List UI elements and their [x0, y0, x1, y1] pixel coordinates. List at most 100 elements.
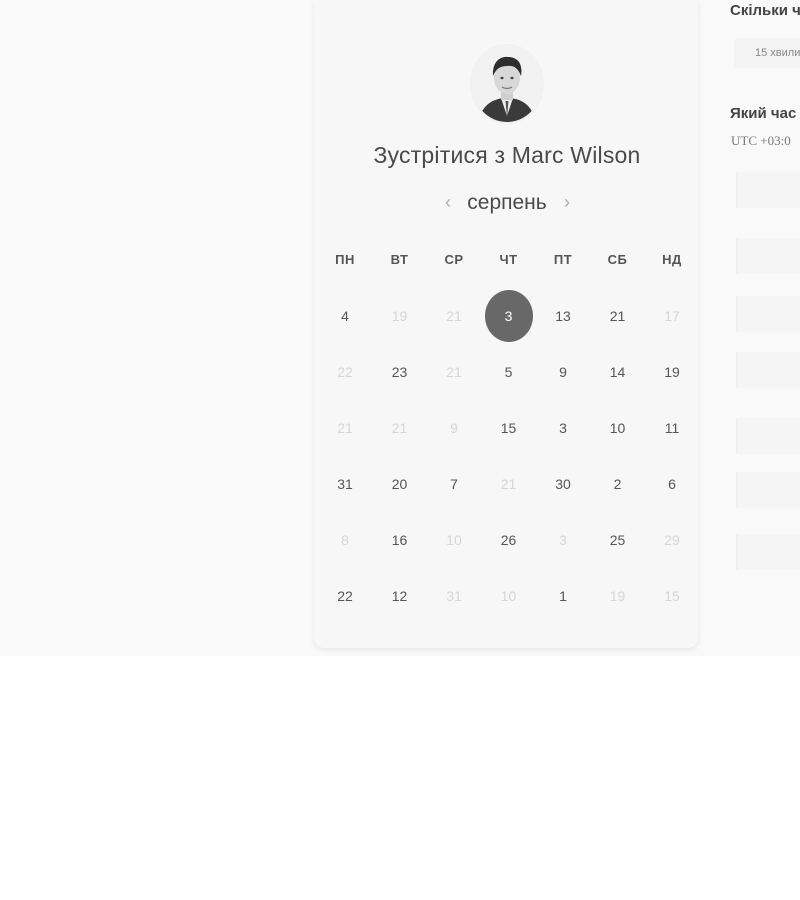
calendar-day: 10	[427, 515, 481, 565]
calendar-day[interactable]: 4	[318, 291, 372, 341]
calendar-day-number: 21	[337, 420, 353, 436]
weekday-label: ВТ	[390, 252, 409, 267]
calendar-day-number: 21	[609, 308, 626, 324]
calendar-day-number: 3	[559, 532, 567, 548]
calendar-day[interactable]: 14	[591, 347, 645, 397]
calendar-day[interactable]: 26	[482, 515, 536, 565]
calendar-day: 19	[373, 291, 427, 341]
calendar-day-number: 21	[500, 476, 517, 492]
calendar-day: 10	[482, 571, 536, 621]
calendar-day[interactable]: 10	[591, 403, 645, 453]
calendar-day-number: 16	[391, 532, 408, 548]
calendar-day-number: 19	[391, 308, 408, 324]
calendar-day-number: 7	[450, 476, 458, 492]
calendar-day-number: 10	[446, 532, 462, 548]
calendar-day-number: 12	[391, 588, 408, 604]
calendar-day[interactable]: 20	[373, 459, 427, 509]
weekday-label: СР	[444, 252, 464, 267]
calendar-day[interactable]: 3	[536, 403, 590, 453]
calendar-day: 8	[318, 515, 372, 565]
calendar-day[interactable]: 15	[482, 403, 536, 453]
calendar-day: 21	[482, 459, 536, 509]
calendar-day-number: 9	[450, 420, 458, 436]
calendar-day-number: 15	[664, 588, 680, 604]
calendar-day-number: 15	[500, 420, 517, 436]
time-slot-button[interactable]	[736, 238, 800, 274]
calendar-day-number: 13	[555, 308, 571, 324]
time-slot-button[interactable]	[736, 172, 800, 208]
host-avatar	[472, 46, 542, 122]
calendar-day[interactable]: 1	[536, 571, 590, 621]
calendar-day: 21	[318, 403, 372, 453]
duration-label: Скільки ч	[730, 2, 800, 19]
calendar-day-number: 9	[559, 364, 567, 380]
calendar-day-number: 30	[555, 476, 571, 492]
calendar-day[interactable]: 13	[536, 291, 590, 341]
calendar-day-number: 2	[613, 476, 622, 492]
month-navigation: ‹ серпень ›	[314, 190, 700, 220]
chevron-right-icon[interactable]: ›	[558, 190, 576, 214]
duration-value: 15 хвили	[755, 47, 800, 59]
calendar-day[interactable]: 9	[536, 347, 590, 397]
calendar-day[interactable]: 22	[318, 571, 372, 621]
calendar-day-number: 21	[391, 420, 408, 436]
calendar-day[interactable]: 16	[373, 515, 427, 565]
calendar-day-number: 4	[341, 308, 349, 324]
time-slot-button[interactable]	[736, 418, 800, 454]
booking-title: Зустрітися з Marc Wilson	[373, 142, 641, 168]
calendar-day[interactable]: 31	[318, 459, 372, 509]
calendar-day[interactable]: 23	[373, 347, 427, 397]
calendar-day[interactable]: 6	[645, 459, 699, 509]
calendar-day[interactable]: 7	[427, 459, 481, 509]
calendar-day[interactable]: 25	[591, 515, 645, 565]
calendar-day-number: 22	[337, 364, 353, 380]
calendar-day-number: 23	[391, 364, 408, 380]
time-slot-button[interactable]	[736, 352, 800, 388]
calendar-day: 17	[645, 291, 699, 341]
calendar-day-number: 6	[668, 476, 676, 492]
calendar-day: 21	[427, 291, 481, 341]
calendar-day: 21	[427, 347, 481, 397]
calendar-day[interactable]: 11	[645, 403, 699, 453]
calendar-day: 9	[427, 403, 481, 453]
calendar-day[interactable]: 12	[373, 571, 427, 621]
calendar-day: 21	[373, 403, 427, 453]
calendar-day: 22	[318, 347, 372, 397]
calendar-day-number: 22	[337, 588, 353, 604]
calendar-day-selected[interactable]: 3	[482, 290, 536, 342]
calendar-day[interactable]: 2	[591, 459, 645, 509]
weekday-header-row: ПН ВТ СР ЧТ ПТ СБ НД	[318, 252, 698, 272]
calendar-day-number: 19	[664, 364, 680, 380]
calendar-day-number: 20	[391, 476, 408, 492]
calendar-day-number: 31	[337, 476, 353, 492]
calendar-day[interactable]: 5	[482, 347, 536, 397]
calendar-day-number: 21	[446, 364, 462, 380]
calendar-day: 31	[427, 571, 481, 621]
calendar-day-number: 3	[559, 420, 567, 436]
calendar-day[interactable]: 21	[591, 291, 645, 341]
calendar-day-number: 10	[500, 588, 517, 604]
calendar-day-number: 1	[559, 588, 567, 604]
weekday-label: ПТ	[553, 252, 573, 267]
calendar-day[interactable]: 30	[536, 459, 590, 509]
time-slot-button[interactable]	[736, 296, 800, 332]
calendar-day: 19	[591, 571, 645, 621]
calendar-day: 29	[645, 515, 699, 565]
calendar-day-number: 14	[609, 364, 626, 380]
calendar-day-number: 3	[504, 308, 513, 324]
calendar-day-number: 5	[504, 364, 513, 380]
weekday-label: СБ	[607, 252, 628, 267]
calendar-day-number: 17	[664, 308, 680, 324]
calendar-day[interactable]: 19	[645, 347, 699, 397]
timezone-label[interactable]: UTC +03:0	[731, 133, 791, 149]
calendar-day-number: 26	[500, 532, 517, 548]
calendar-day-number: 11	[664, 420, 680, 436]
calendar-day-number: 8	[341, 532, 349, 548]
time-slot-button[interactable]	[736, 534, 800, 570]
calendar-day: 15	[645, 571, 699, 621]
time-slot-button[interactable]	[736, 472, 800, 508]
duration-select[interactable]: 15 хвили	[734, 38, 800, 68]
scheduling-options-panel: Скільки ч 15 хвили Який час UTC +03:0	[712, 0, 800, 656]
calendar-day-number: 21	[446, 308, 462, 324]
weekday-label: ЧТ	[499, 252, 518, 267]
